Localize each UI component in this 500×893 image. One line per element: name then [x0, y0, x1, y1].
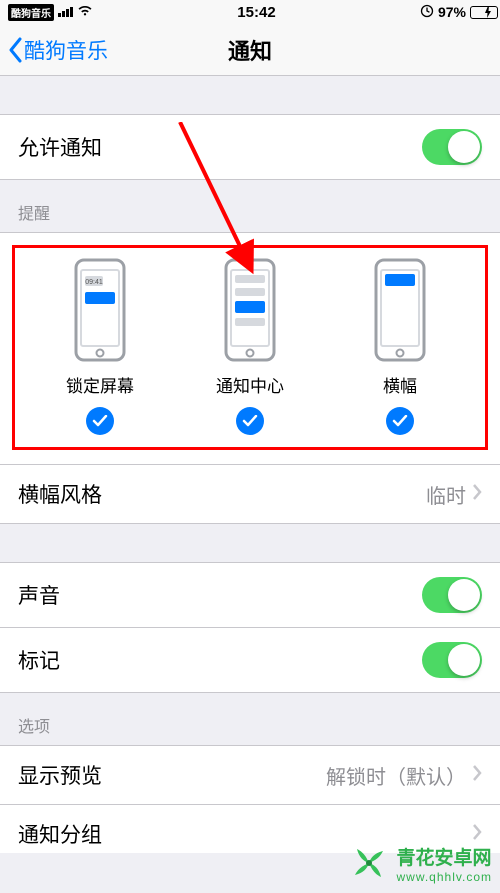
alerts-panel: 09:41 锁定屏幕 通知中心: [0, 232, 500, 465]
alert-checkmark-icon: [86, 407, 114, 435]
notification-center-preview-icon: [212, 258, 288, 362]
show-previews-value: 解锁时（默认）: [326, 761, 466, 790]
nav-bar: 酷狗音乐 通知: [0, 24, 500, 76]
allow-notifications-row: 允许通知: [0, 114, 500, 180]
alert-checkmark-icon: [236, 407, 264, 435]
alert-label: 通知中心: [216, 372, 284, 397]
wifi-icon: [77, 4, 93, 20]
chevron-right-icon: [472, 483, 482, 506]
status-time: 15:42: [237, 4, 275, 21]
signal-icon: [58, 7, 73, 17]
banner-style-row[interactable]: 横幅风格 临时: [0, 465, 500, 524]
alerts-header: 提醒: [0, 180, 500, 232]
alert-option-lock-screen[interactable]: 09:41 锁定屏幕: [62, 258, 138, 435]
alert-checkmark-icon: [386, 407, 414, 435]
sound-switch[interactable]: [422, 577, 482, 613]
allow-notifications-switch[interactable]: [422, 129, 482, 165]
sound-label: 声音: [18, 580, 60, 610]
status-bar: 酷狗音乐 15:42 97%: [0, 0, 500, 24]
annotation-highlight-box: 09:41 锁定屏幕 通知中心: [12, 245, 488, 450]
chevron-left-icon: [8, 37, 24, 63]
alert-label: 锁定屏幕: [66, 372, 134, 397]
sound-row: 声音: [0, 562, 500, 628]
return-to-app-indicator[interactable]: 酷狗音乐: [8, 4, 54, 21]
alert-option-notification-center[interactable]: 通知中心: [212, 258, 288, 435]
allow-notifications-label: 允许通知: [18, 132, 102, 162]
pinwheel-icon: [347, 841, 391, 885]
badges-switch[interactable]: [422, 642, 482, 678]
rotation-lock-icon: [420, 4, 434, 21]
badges-label: 标记: [18, 645, 60, 675]
watermark: 青花安卓网 www.qhhlv.com: [347, 841, 492, 885]
battery-percent: 97%: [438, 4, 466, 20]
battery-icon: [470, 6, 492, 19]
options-header: 选项: [0, 693, 500, 745]
show-previews-label: 显示预览: [18, 760, 102, 790]
show-previews-row[interactable]: 显示预览 解锁时（默认）: [0, 745, 500, 805]
banner-style-label: 横幅风格: [18, 479, 102, 509]
back-button[interactable]: 酷狗音乐: [8, 35, 108, 65]
svg-text:09:41: 09:41: [85, 279, 103, 286]
alert-option-banners[interactable]: 横幅: [362, 258, 438, 435]
watermark-url: www.qhhlv.com: [397, 870, 492, 884]
chevron-right-icon: [472, 764, 482, 787]
notification-grouping-label: 通知分组: [18, 819, 102, 849]
badges-row: 标记: [0, 628, 500, 693]
alert-label: 横幅: [383, 372, 417, 397]
banner-preview-icon: [362, 258, 438, 362]
watermark-name: 青花安卓网: [397, 848, 492, 869]
banner-style-value: 临时: [426, 480, 466, 509]
back-label: 酷狗音乐: [24, 35, 108, 65]
lock-screen-preview-icon: 09:41: [62, 258, 138, 362]
